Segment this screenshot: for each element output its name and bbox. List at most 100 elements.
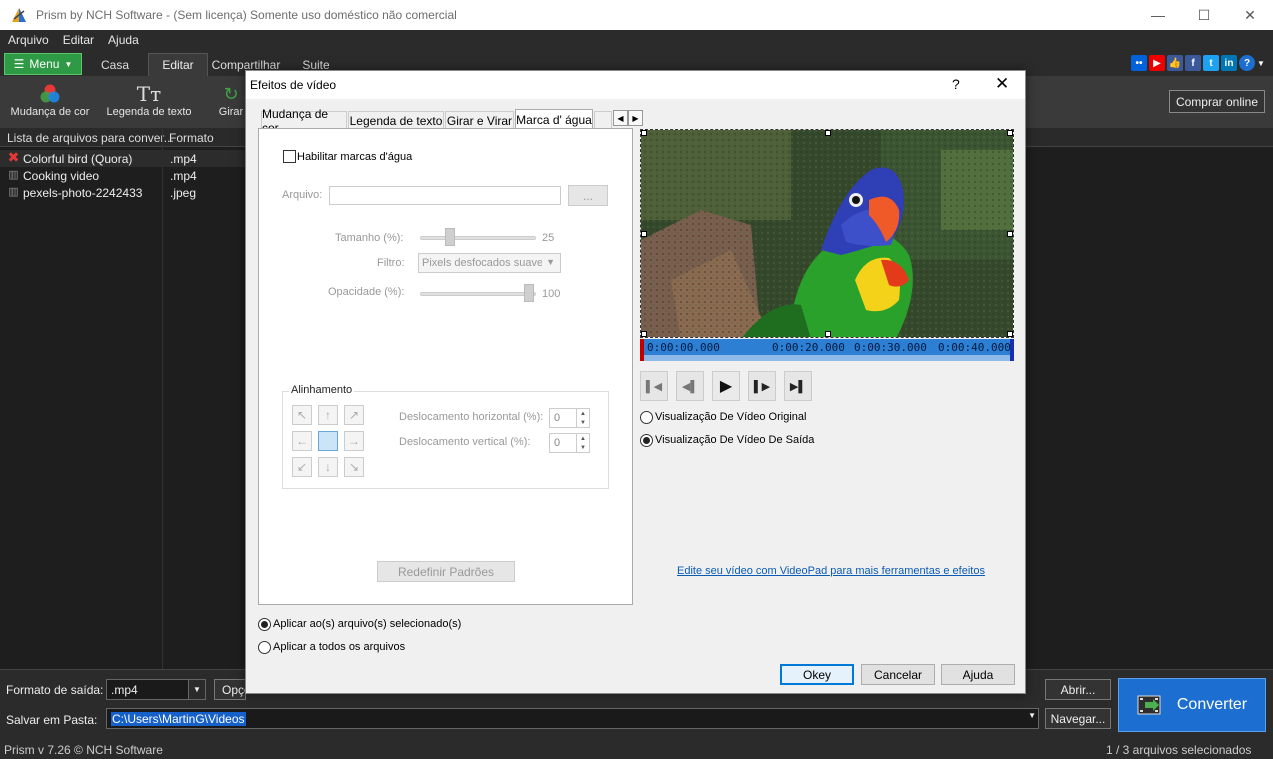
- close-icon[interactable]: ✕: [1227, 0, 1273, 30]
- text-caption-tool[interactable]: Tт Legenda de texto: [103, 82, 195, 118]
- ok-button[interactable]: Okey: [780, 664, 854, 685]
- menu-bar: Arquivo Editar Ajuda: [0, 30, 1273, 50]
- maximize-icon[interactable]: ☐: [1181, 0, 1227, 30]
- flickr-icon[interactable]: ••: [1131, 55, 1147, 71]
- menu-ajuda[interactable]: Ajuda: [100, 33, 145, 47]
- minimize-icon[interactable]: —: [1135, 0, 1181, 30]
- resize-handle[interactable]: [825, 130, 831, 136]
- preview-original-radio[interactable]: [640, 411, 653, 424]
- color-change-tool[interactable]: Mudança de cor: [6, 82, 94, 118]
- preview-output-radio[interactable]: [640, 434, 653, 447]
- size-slider-thumb[interactable]: [445, 228, 455, 246]
- v-offset-stepper[interactable]: 0 ▲ ▼: [549, 433, 590, 453]
- tab-overflow[interactable]: [594, 111, 612, 129]
- resize-handle[interactable]: [641, 231, 647, 237]
- step-back-icon: ◀▌: [681, 380, 699, 393]
- linkedin-icon[interactable]: in: [1221, 55, 1237, 71]
- align-right-icon[interactable]: →: [344, 431, 364, 451]
- stepper-arrows-icon[interactable]: ▲ ▼: [576, 434, 589, 452]
- tab-watermark[interactable]: Marca d' água: [515, 109, 593, 129]
- resize-handle[interactable]: [825, 331, 831, 337]
- save-folder-input[interactable]: C:\Users\MartinG\Videos ▼: [106, 708, 1039, 729]
- filter-select[interactable]: Pixels desfocados suaves ▼: [418, 253, 561, 273]
- h-offset-stepper[interactable]: 0 ▲ ▼: [549, 408, 590, 428]
- align-top-icon[interactable]: ↑: [318, 405, 338, 425]
- menu-arquivo[interactable]: Arquivo: [0, 33, 55, 47]
- tab-color-change[interactable]: Mudança de cor: [261, 107, 347, 135]
- film-icon: ▥: [8, 169, 19, 181]
- like-icon[interactable]: 👍: [1167, 55, 1183, 71]
- opacity-slider-thumb[interactable]: [524, 284, 534, 302]
- videopad-link[interactable]: Edite seu vídeo com VideoPad para mais f…: [677, 565, 985, 577]
- column-header-files[interactable]: Lista de arquivos para conver...: [7, 131, 174, 145]
- align-bottom-icon[interactable]: ↓: [318, 457, 338, 477]
- facebook-icon[interactable]: f: [1185, 55, 1201, 71]
- status-bar: Prism v 7.26 © NCH Software 1 / 3 arquiv…: [0, 739, 1273, 759]
- resize-handle[interactable]: [1007, 331, 1013, 337]
- dialog-title-bar: Efeitos de vídeo ? ✕: [246, 71, 1025, 99]
- chevron-down-icon[interactable]: ▼: [1257, 55, 1265, 71]
- play-button[interactable]: ▶: [712, 371, 740, 401]
- close-icon[interactable]: ✕: [995, 74, 1009, 94]
- parrot-preview-image: [641, 130, 1013, 337]
- resize-handle[interactable]: [641, 331, 647, 337]
- timeline-label: 0:00:20.000: [772, 341, 845, 354]
- resize-handle[interactable]: [641, 130, 647, 136]
- twitter-icon[interactable]: t: [1203, 55, 1219, 71]
- tab-rotate-flip[interactable]: Girar e Virar: [445, 111, 514, 129]
- resize-handle[interactable]: [1007, 130, 1013, 136]
- align-bottom-left-icon[interactable]: ↙: [292, 457, 312, 477]
- align-left-icon[interactable]: ←: [292, 431, 312, 451]
- timeline-label: 0:00:40.000: [938, 341, 1011, 354]
- buy-online-button[interactable]: Comprar online: [1169, 90, 1265, 113]
- resize-handle[interactable]: [1007, 231, 1013, 237]
- align-top-right-icon[interactable]: ↗: [344, 405, 364, 425]
- tab-editar[interactable]: Editar: [148, 53, 208, 76]
- browse-file-button[interactable]: ...: [568, 185, 608, 206]
- output-format-select[interactable]: .mp4 ▼: [106, 679, 206, 700]
- tab-scroll-left-icon[interactable]: ◀: [613, 110, 628, 126]
- apply-all-label: Aplicar a todos os arquivos: [273, 641, 406, 653]
- youtube-icon[interactable]: ▶: [1149, 55, 1165, 71]
- file-row[interactable]: ▥ Cooking video .mp4: [0, 167, 245, 184]
- open-button[interactable]: Abrir...: [1045, 679, 1111, 700]
- align-center-icon[interactable]: [318, 431, 338, 451]
- options-button[interactable]: Opçõ: [214, 679, 251, 700]
- help-icon[interactable]: ?: [1239, 55, 1255, 71]
- help-button[interactable]: Ajuda: [941, 664, 1015, 685]
- tab-text-caption[interactable]: Legenda de texto: [348, 111, 444, 129]
- skip-to-end-button[interactable]: ▶▌: [784, 371, 812, 401]
- tab-casa[interactable]: Casa: [86, 53, 144, 76]
- stepper-arrows-icon[interactable]: ▲ ▼: [576, 409, 589, 427]
- output-format-label: Formato de saída:: [6, 683, 104, 697]
- color-circles-icon: [6, 82, 94, 106]
- reset-defaults-button[interactable]: Redefinir Padrões: [377, 561, 515, 582]
- help-icon[interactable]: ?: [952, 76, 960, 92]
- timeline-label: 0:00:30.000: [854, 341, 927, 354]
- video-effects-dialog: Efeitos de vídeo ? ✕ Mudança de cor Lege…: [245, 70, 1026, 694]
- apply-all-radio[interactable]: [258, 641, 271, 654]
- watermark-file-input[interactable]: [329, 186, 561, 205]
- step-forward-button[interactable]: ▌▶: [748, 371, 776, 401]
- size-slider[interactable]: [420, 236, 536, 240]
- convert-button[interactable]: Converter: [1118, 678, 1266, 732]
- skip-to-start-button[interactable]: ▌◀: [640, 371, 668, 401]
- file-row[interactable]: ✖ Colorful bird (Quora) .mp4: [0, 149, 245, 167]
- menu-editar[interactable]: Editar: [55, 33, 100, 47]
- file-row[interactable]: ▥ pexels-photo-2242433 .jpeg: [0, 184, 245, 201]
- column-header-format[interactable]: Formato: [169, 131, 214, 145]
- enable-watermark-checkbox[interactable]: [283, 150, 296, 163]
- align-top-left-icon[interactable]: ↖: [292, 405, 312, 425]
- timeline-bar[interactable]: 0:00:00.000 0:00:20.000 0:00:30.000 0:00…: [640, 339, 1014, 361]
- social-links: •• ▶ 👍 f t in ? ▼: [1131, 55, 1265, 71]
- step-back-button[interactable]: ◀▌: [676, 371, 704, 401]
- opacity-slider[interactable]: [420, 292, 536, 296]
- menu-button[interactable]: ☰ Menu ▼: [4, 53, 82, 75]
- align-bottom-right-icon[interactable]: ↘: [344, 457, 364, 477]
- cancel-button[interactable]: Cancelar: [861, 664, 935, 685]
- tab-scroll-right-icon[interactable]: ▶: [628, 110, 643, 126]
- apply-selected-radio[interactable]: [258, 618, 271, 631]
- browse-button[interactable]: Navegar...: [1045, 708, 1111, 729]
- watermark-panel: Habilitar marcas d'água Arquivo: ... Tam…: [258, 128, 633, 605]
- title-bar: Prism by NCH Software - (Sem licença) So…: [0, 0, 1273, 30]
